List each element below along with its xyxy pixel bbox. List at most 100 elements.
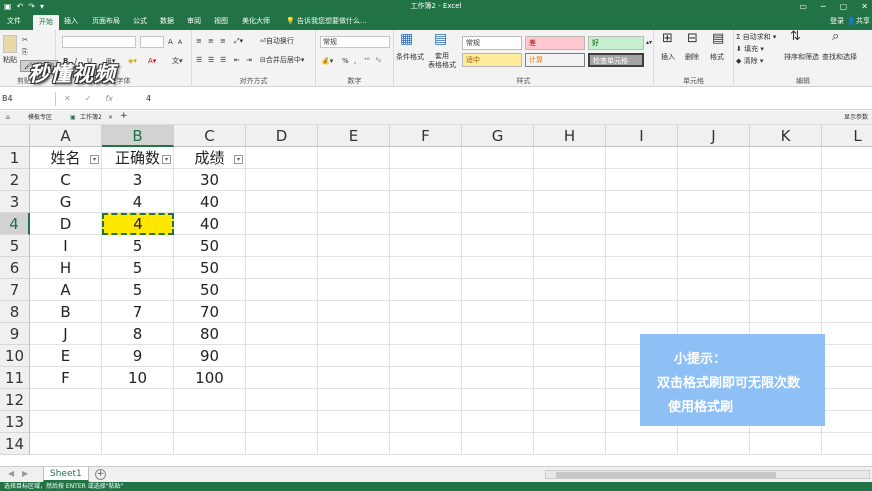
row-header-6[interactable]: 6 <box>0 257 30 279</box>
cell[interactable] <box>318 345 390 367</box>
table-cell[interactable]: 4 <box>102 191 174 213</box>
table-cell[interactable]: B <box>30 301 102 323</box>
column-header-e[interactable]: E <box>318 125 390 147</box>
cell[interactable] <box>246 367 318 389</box>
cell[interactable] <box>390 191 462 213</box>
cell[interactable] <box>606 147 678 169</box>
cell[interactable] <box>534 147 606 169</box>
cell[interactable] <box>606 191 678 213</box>
table-cell[interactable]: F <box>30 367 102 389</box>
table-cell[interactable]: 3 <box>102 169 174 191</box>
cell[interactable] <box>678 301 750 323</box>
cell[interactable] <box>750 191 822 213</box>
row-header-11[interactable]: 11 <box>0 367 30 389</box>
cell[interactable] <box>606 213 678 235</box>
close-tab-icon[interactable]: × <box>108 113 113 123</box>
cell[interactable] <box>750 301 822 323</box>
cell[interactable] <box>822 389 872 411</box>
cell[interactable] <box>534 235 606 257</box>
cell[interactable] <box>246 301 318 323</box>
cell[interactable] <box>462 345 534 367</box>
cell[interactable] <box>534 323 606 345</box>
cell[interactable] <box>606 433 678 455</box>
cell[interactable] <box>246 147 318 169</box>
enter-icon[interactable]: ✓ <box>85 92 92 106</box>
tab-beautify-master[interactable]: 美化大师 <box>242 16 270 27</box>
sheet-nav-prev-icon[interactable]: ◀ <box>8 469 14 478</box>
cell[interactable] <box>462 257 534 279</box>
wrap-text-button[interactable]: ⏎自动换行 <box>260 36 294 46</box>
cell[interactable] <box>318 323 390 345</box>
cell[interactable] <box>390 323 462 345</box>
table-cell[interactable]: I <box>30 235 102 257</box>
table-cell[interactable]: 30 <box>174 169 246 191</box>
cell[interactable] <box>534 433 606 455</box>
font-size-dropdown[interactable] <box>140 36 164 48</box>
font-color-icon[interactable]: A▾ <box>148 56 156 66</box>
cell[interactable] <box>318 235 390 257</box>
cancel-icon[interactable]: ✕ <box>64 92 71 106</box>
active-cell[interactable]: 4 <box>102 213 174 235</box>
cell[interactable] <box>246 213 318 235</box>
magnifier-icon[interactable]: ⌕ <box>832 30 839 43</box>
number-format-dropdown[interactable]: 常规 <box>320 36 390 48</box>
cell[interactable] <box>30 433 102 455</box>
row-header-14[interactable]: 14 <box>0 433 30 455</box>
accounting-format-icon[interactable]: 💰▾ <box>321 56 333 66</box>
column-header-h[interactable]: H <box>534 125 606 147</box>
cell[interactable] <box>606 169 678 191</box>
cell[interactable] <box>318 147 390 169</box>
cell[interactable] <box>750 279 822 301</box>
cell[interactable] <box>462 279 534 301</box>
insert-cells-icon[interactable]: ⊞ <box>662 32 673 45</box>
cell[interactable] <box>462 235 534 257</box>
cell[interactable] <box>390 389 462 411</box>
cell[interactable] <box>390 169 462 191</box>
tab-review[interactable]: 审阅 <box>187 16 201 27</box>
table-cell[interactable]: 10 <box>102 367 174 389</box>
cut-icon[interactable]: ✂ <box>22 35 28 45</box>
format-as-table-icon[interactable]: ▤ <box>434 32 447 46</box>
maximize-button[interactable]: ▢ <box>840 0 848 13</box>
cell[interactable] <box>750 433 822 455</box>
cell[interactable] <box>102 411 174 433</box>
cell[interactable] <box>174 411 246 433</box>
table-cell[interactable]: 70 <box>174 301 246 323</box>
table-cell[interactable]: 5 <box>102 235 174 257</box>
filter-dropdown-icon[interactable]: ▾ <box>90 155 99 164</box>
new-tab-button[interactable]: + <box>120 111 128 121</box>
cell[interactable] <box>246 323 318 345</box>
cell[interactable] <box>390 345 462 367</box>
cell[interactable] <box>318 169 390 191</box>
minimize-button[interactable]: ─ <box>821 0 826 13</box>
cell[interactable] <box>318 213 390 235</box>
cell[interactable] <box>750 169 822 191</box>
shrink-font-button[interactable]: A <box>178 38 182 48</box>
cell[interactable] <box>678 433 750 455</box>
cell[interactable] <box>534 301 606 323</box>
cell[interactable] <box>822 147 872 169</box>
cell[interactable] <box>462 191 534 213</box>
cell[interactable] <box>390 279 462 301</box>
font-name-dropdown[interactable] <box>62 36 136 48</box>
cell[interactable] <box>318 279 390 301</box>
row-header-8[interactable]: 8 <box>0 301 30 323</box>
cell[interactable] <box>534 169 606 191</box>
cell[interactable] <box>534 213 606 235</box>
cell[interactable] <box>246 411 318 433</box>
delete-cells-button[interactable]: 删除 <box>685 52 699 62</box>
copy-icon[interactable]: ⎘ <box>22 47 28 57</box>
table-cell[interactable]: 40 <box>174 191 246 213</box>
cell[interactable] <box>534 389 606 411</box>
cell[interactable] <box>606 279 678 301</box>
cell[interactable] <box>318 367 390 389</box>
fill-color-icon[interactable]: ◈▾ <box>128 56 137 66</box>
cell[interactable] <box>678 147 750 169</box>
clear-button[interactable]: ◆ 清除 ▾ <box>736 56 763 66</box>
table-cell[interactable]: 50 <box>174 257 246 279</box>
format-cells-icon[interactable]: ▤ <box>712 32 724 45</box>
tab-formulas[interactable]: 公式 <box>133 16 147 27</box>
row-header-5[interactable]: 5 <box>0 235 30 257</box>
increase-decimal-icon[interactable]: ⁺⁰ <box>364 56 370 66</box>
table-cell[interactable]: 100 <box>174 367 246 389</box>
